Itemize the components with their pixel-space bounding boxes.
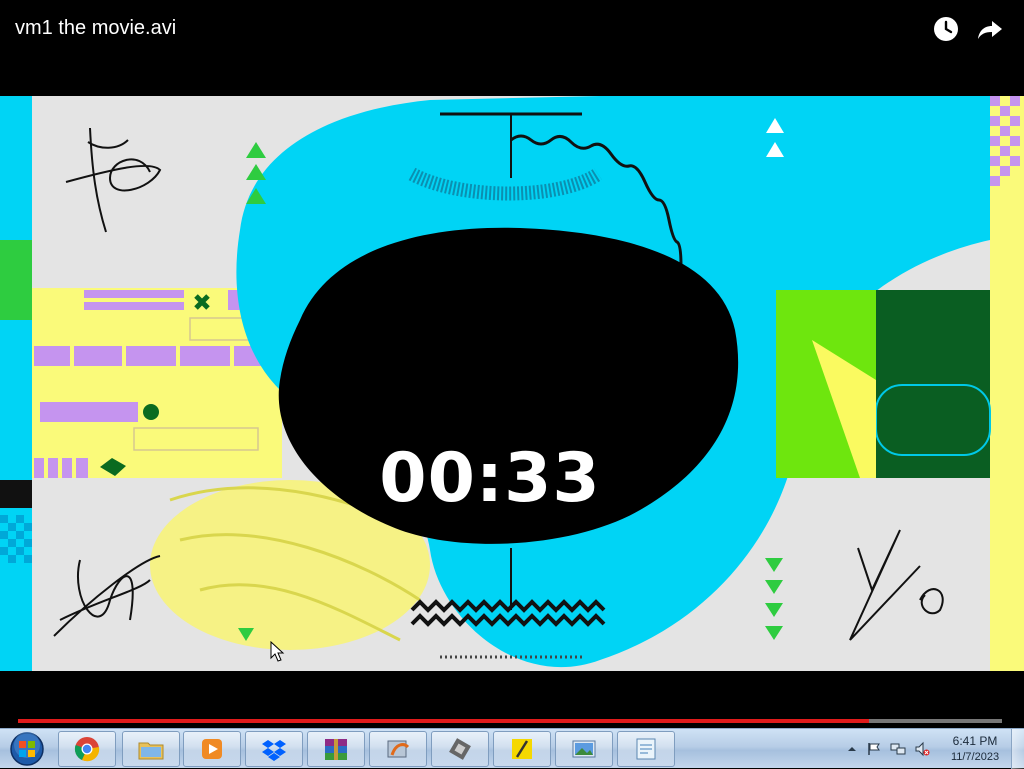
taskbar-notepad[interactable] <box>617 731 675 767</box>
start-button[interactable] <box>3 730 51 768</box>
video-title: vm1 the movie.avi <box>15 17 177 39</box>
dropbox-icon <box>262 740 286 761</box>
show-hidden-icons-chevron-icon[interactable] <box>844 741 860 757</box>
volume-muted-icon[interactable] <box>914 741 930 757</box>
taskbar-clock[interactable]: 6:41 PM 11/7/2023 <box>940 733 1010 765</box>
taskbar-setup[interactable] <box>369 731 427 767</box>
action-center-flag-icon[interactable] <box>866 741 882 757</box>
folder-icon <box>138 742 164 760</box>
notepad-icon <box>636 738 656 760</box>
taskbar-winrar[interactable] <box>307 731 365 767</box>
share-arrow-icon[interactable] <box>976 15 1004 43</box>
chrome-icon <box>74 737 100 762</box>
video-artwork <box>0 96 1024 671</box>
taskbar-file-explorer[interactable] <box>122 731 180 767</box>
taskbar-chrome[interactable] <box>58 731 116 767</box>
clock-date: 11/7/2023 <box>950 751 1000 763</box>
show-desktop-button[interactable] <box>1011 729 1024 769</box>
winrar-icon <box>325 739 347 760</box>
network-icon[interactable] <box>890 741 906 757</box>
yellow-app-icon <box>512 739 532 759</box>
taskbar: 6:41 PM 11/7/2023 <box>0 728 1024 769</box>
mouse-cursor-icon <box>270 641 285 662</box>
taskbar-dropbox[interactable] <box>245 731 303 767</box>
taskbar-app-yellow[interactable] <box>493 731 551 767</box>
windows-start-orb-icon <box>10 732 44 766</box>
video-frame[interactable]: 00:33 <box>0 96 1024 671</box>
installer-icon <box>387 740 410 758</box>
photo-icon <box>572 740 596 758</box>
clock-icon[interactable] <box>932 15 960 43</box>
tool-icon <box>449 738 471 760</box>
taskbar-image-viewer[interactable] <box>555 731 613 767</box>
countdown-timer: 00:33 <box>379 439 601 518</box>
play-icon <box>202 739 222 759</box>
progress-bar-fill <box>18 719 870 723</box>
video-player[interactable]: vm1 the movie.avi 00:33 <box>0 0 1024 728</box>
taskbar-tool[interactable] <box>431 731 489 767</box>
taskbar-media-player[interactable] <box>183 731 241 767</box>
progress-bar[interactable] <box>18 719 1002 723</box>
clock-time: 6:41 PM <box>952 734 998 748</box>
